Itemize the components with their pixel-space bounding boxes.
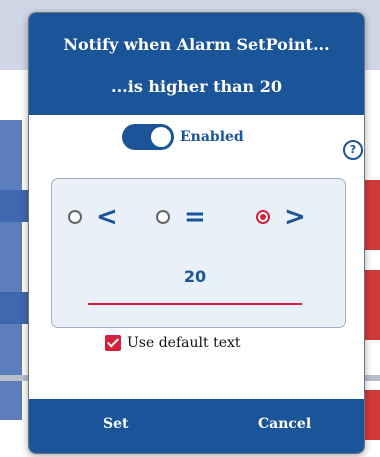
- less-than-symbol: <: [96, 202, 118, 232]
- use-default-text-row[interactable]: Use default text: [105, 335, 241, 351]
- enabled-toggle[interactable]: [122, 124, 174, 150]
- use-default-text-label: Use default text: [127, 335, 241, 351]
- toggle-knob: [150, 126, 172, 148]
- radio-equal[interactable]: [156, 210, 170, 224]
- radio-less-than[interactable]: [68, 210, 82, 224]
- dialog-footer: Set Cancel: [29, 399, 364, 453]
- threshold-value: 20: [183, 267, 207, 286]
- dialog-title: Notify when Alarm SetPoint...: [63, 35, 330, 54]
- set-button[interactable]: Set: [103, 416, 128, 432]
- use-default-text-checkbox[interactable]: [105, 335, 121, 351]
- comparison-panel: < = > 20: [51, 178, 346, 328]
- help-circle-icon[interactable]: ?: [343, 140, 363, 160]
- equal-symbol: =: [184, 202, 206, 232]
- alarm-notify-dialog: Notify when Alarm SetPoint... ...is high…: [28, 12, 365, 454]
- option-equal[interactable]: =: [156, 204, 206, 230]
- option-greater-than[interactable]: >: [256, 204, 306, 230]
- greater-than-symbol: >: [284, 202, 306, 232]
- dialog-header: Notify when Alarm SetPoint... ...is high…: [29, 13, 364, 115]
- threshold-input[interactable]: 20: [88, 251, 302, 305]
- enabled-label: Enabled: [180, 129, 244, 145]
- radio-greater-than[interactable]: [256, 210, 270, 224]
- dialog-subtitle: ...is higher than 20: [111, 77, 282, 96]
- option-less-than[interactable]: <: [68, 204, 118, 230]
- cancel-button[interactable]: Cancel: [258, 416, 311, 432]
- enabled-toggle-row: Enabled: [122, 122, 244, 152]
